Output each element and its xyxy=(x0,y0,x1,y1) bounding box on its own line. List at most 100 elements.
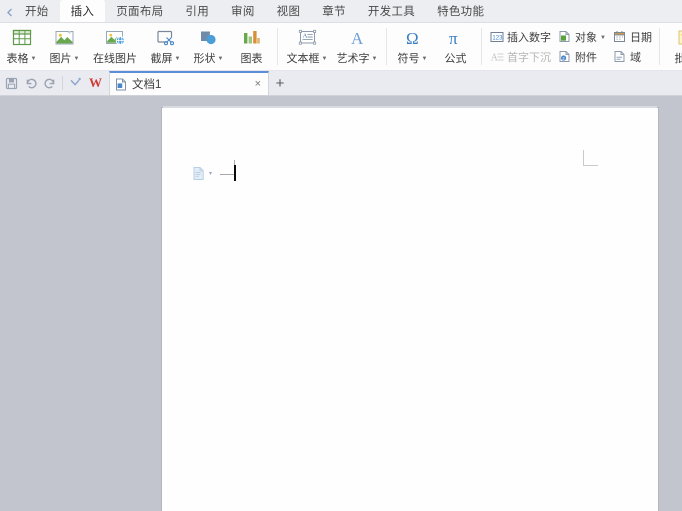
date-icon xyxy=(612,29,627,44)
chevron-down-icon[interactable]: ▼ xyxy=(218,56,224,62)
screenshot-icon xyxy=(155,26,176,49)
tab-special-features[interactable]: 特色功能 xyxy=(426,0,495,22)
tab-page-layout[interactable]: 页面布局 xyxy=(105,0,174,22)
insert-date-label: 日期 xyxy=(629,31,652,44)
svg-text:π: π xyxy=(449,29,458,47)
save-icon[interactable] xyxy=(2,74,21,93)
tab-label: 开始 xyxy=(25,6,49,18)
insert-picture-label: 图片 ▼ xyxy=(49,53,80,65)
tab-view[interactable]: 视图 xyxy=(266,0,312,22)
chevron-left-icon[interactable] xyxy=(4,4,14,20)
tab-label: 审阅 xyxy=(231,6,255,18)
tab-label: 引用 xyxy=(185,6,210,18)
paste-options-button[interactable]: ▾ xyxy=(192,166,212,181)
document-icon xyxy=(115,78,127,91)
insert-object-label: 对象 xyxy=(575,31,597,44)
insert-number-label: 插入数字 xyxy=(507,31,551,44)
insert-chart-button[interactable]: 图表 xyxy=(230,23,273,70)
screenshot-button[interactable]: 截屏 ▼ xyxy=(144,23,187,70)
chart-icon xyxy=(241,26,262,49)
field-icon xyxy=(612,49,627,64)
chevron-down-icon[interactable]: ▼ xyxy=(74,56,80,62)
ribbon-group-text: A 文本框 ▼ A 艺术字 ▼ xyxy=(282,23,382,70)
close-icon[interactable]: × xyxy=(252,78,264,90)
svg-text:A: A xyxy=(351,29,364,47)
svg-text:Ω: Ω xyxy=(406,29,419,47)
tab-dev-tools[interactable]: 开发工具 xyxy=(357,0,426,22)
text-cursor xyxy=(234,165,236,181)
quick-access-separator xyxy=(62,76,63,90)
chevron-down-icon[interactable]: ▾ xyxy=(209,170,212,177)
document-tab-bar: W 文档1 × + xyxy=(0,71,682,96)
paste-options-icon xyxy=(192,166,205,181)
insert-chart-label: 图表 xyxy=(240,53,263,65)
chevron-down-icon[interactable]: ▼ xyxy=(31,56,37,62)
comment-icon xyxy=(675,26,682,49)
insert-field-label: 域 xyxy=(629,51,641,64)
tab-label: 视图 xyxy=(276,6,301,18)
wordart-icon: A xyxy=(347,26,368,49)
insert-table-button[interactable]: 表格 ▼ xyxy=(0,23,43,70)
tab-review[interactable]: 审阅 xyxy=(220,0,266,22)
chevron-down-icon[interactable]: ▼ xyxy=(322,56,328,62)
tab-start[interactable]: 开始 xyxy=(14,0,60,22)
insert-formula-label: 公式 xyxy=(444,53,467,65)
insert-textbox-button[interactable]: A 文本框 ▼ xyxy=(282,23,332,70)
insert-symbol-button[interactable]: Ω 符号 ▼ xyxy=(391,23,434,70)
tab-section[interactable]: 章节 xyxy=(311,0,357,22)
insert-object-button[interactable]: 对象 ▼ xyxy=(554,27,609,47)
drop-cap-button[interactable]: A 首字下沉 xyxy=(486,47,554,67)
insert-online-picture-button[interactable]: 在线图片 xyxy=(86,23,144,70)
tab-label: 插入 xyxy=(70,6,95,18)
chevron-down-icon[interactable]: ▼ xyxy=(175,56,181,62)
insert-picture-button[interactable]: 图片 ▼ xyxy=(43,23,86,70)
chevron-left-icon-svg xyxy=(6,8,12,16)
ribbon-group-insert-fields: 123 插入数字 A 首字下沉 对象 ▼ 2 附件 日期 域 xyxy=(486,23,655,70)
insert-formula-button[interactable]: π 公式 xyxy=(434,23,477,70)
screenshot-label: 截屏 ▼ xyxy=(150,53,181,65)
chevron-down-icon[interactable]: ▼ xyxy=(600,35,606,41)
redo-icon[interactable] xyxy=(40,74,59,93)
drop-cap-icon: A xyxy=(489,49,504,64)
wps-logo-text: W xyxy=(89,75,102,90)
insert-number-button[interactable]: 123 插入数字 xyxy=(486,27,554,47)
insert-textbox-label: 文本框 ▼ xyxy=(286,53,328,65)
insert-fields-col-1: 123 插入数字 A 首字下沉 xyxy=(486,23,554,70)
insert-attachment-button[interactable]: 2 附件 xyxy=(554,47,609,67)
customize-icon[interactable] xyxy=(66,74,85,93)
insert-comment-button[interactable]: 批注 xyxy=(664,23,682,70)
document-canvas[interactable]: ▾ xyxy=(0,98,682,511)
insert-online-picture-label: 在线图片 xyxy=(93,53,137,65)
group-separator xyxy=(658,28,660,65)
omega-icon: Ω xyxy=(402,26,423,49)
undo-icon[interactable] xyxy=(21,74,40,93)
ribbon-tab-strip: 开始 插入 页面布局 引用 审阅 视图 章节 开发工具 特色功能 xyxy=(0,0,682,23)
insert-fields-col-2: 对象 ▼ 2 附件 xyxy=(554,23,609,70)
new-tab-button[interactable]: + xyxy=(269,72,291,94)
insert-shapes-label: 形状 ▼ xyxy=(193,53,224,65)
chevron-down-icon[interactable]: ▼ xyxy=(422,56,428,62)
wps-logo[interactable]: W xyxy=(85,74,106,93)
insert-number-icon: 123 xyxy=(489,29,504,44)
tab-insert[interactable]: 插入 xyxy=(59,0,106,22)
insert-wordart-button[interactable]: A 艺术字 ▼ xyxy=(332,23,382,70)
object-icon xyxy=(557,29,572,44)
svg-text:123: 123 xyxy=(492,35,503,41)
ribbon-group-symbol: Ω 符号 ▼ π 公式 xyxy=(391,23,477,70)
tab-references[interactable]: 引用 xyxy=(174,0,220,22)
insert-shapes-button[interactable]: 形状 ▼ xyxy=(187,23,230,70)
doc-tab-document1[interactable]: 文档1 × xyxy=(109,71,269,95)
ribbon-toolbar: 表格 ▼ 图片 ▼ 在线图片 截屏 ▼ 形状 ▼ 图表 A 文本框 ▼ A 艺术… xyxy=(0,23,682,71)
shapes-icon xyxy=(198,26,219,49)
chevron-down-icon[interactable]: ▼ xyxy=(372,56,378,62)
document-page[interactable]: ▾ xyxy=(162,106,658,511)
textbox-icon: A xyxy=(297,26,318,49)
picture-icon xyxy=(54,26,75,49)
insert-date-button[interactable]: 日期 xyxy=(609,27,655,47)
insert-field-button[interactable]: 域 xyxy=(609,47,655,67)
group-separator xyxy=(481,28,482,65)
insert-table-label: 表格 ▼ xyxy=(6,53,37,65)
table-icon xyxy=(12,26,32,49)
tab-label: 特色功能 xyxy=(437,6,485,18)
pi-icon: π xyxy=(445,26,466,49)
